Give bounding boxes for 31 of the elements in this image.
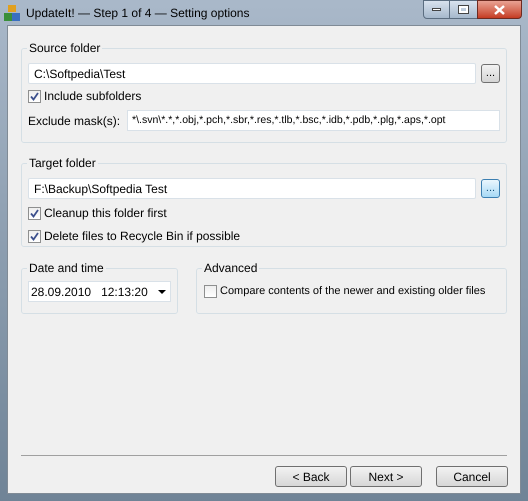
- exclude-mask-field[interactable]: *\.svn\*.*,*.obj,*.pch,*.sbr,*.res,*.tlb,*.bsc,*.idb,*.pdb,*.plg,*.aps,*.opt: [127, 110, 500, 131]
- app-icon: [3, 4, 21, 22]
- dropdown-arrow-icon: [158, 290, 166, 294]
- close-button[interactable]: [477, 0, 522, 19]
- exclude-label: Exclude mask(s):: [28, 112, 120, 130]
- date-value: 28.09.2010: [31, 284, 92, 300]
- checkbox-label: Compare contents of the newer and existing older files: [220, 284, 486, 299]
- checkmark-icon: [30, 92, 39, 100]
- checkmark-icon: [30, 208, 39, 218]
- checkbox[interactable]: [28, 230, 41, 242]
- checkbox[interactable]: [204, 284, 217, 298]
- maximize-button[interactable]: [450, 0, 477, 19]
- checkmark-icon: [30, 232, 39, 240]
- checkbox-label: Cleanup this folder first: [44, 205, 167, 222]
- window-title: UpdateIt! — Step 1 of 4 — Setting options: [26, 4, 250, 22]
- browse-button[interactable]: ...: [481, 64, 500, 83]
- time-value: 12:13:20: [101, 284, 149, 300]
- checkbox[interactable]: [28, 206, 41, 220]
- path-field[interactable]: F:\Backup\Softpedia Test: [28, 178, 476, 199]
- wizard-button[interactable]: Cancel: [436, 466, 508, 487]
- browse-button[interactable]: ...: [481, 179, 500, 198]
- wizard-button[interactable]: < Back: [275, 466, 347, 487]
- group-title: Target folder: [27, 155, 98, 171]
- wizard-button[interactable]: Next >: [350, 466, 422, 487]
- path-field[interactable]: C:\Softpedia\Test: [28, 63, 476, 84]
- minimize-button[interactable]: [423, 0, 450, 19]
- date-time-picker[interactable]: 28.09.2010 12:13:20: [28, 281, 171, 302]
- checkbox-label: Include subfolders: [44, 88, 142, 105]
- checkbox[interactable]: [28, 90, 41, 102]
- close-icon: [494, 4, 505, 14]
- checkbox-label: Delete files to Recycle Bin if possible: [44, 228, 240, 245]
